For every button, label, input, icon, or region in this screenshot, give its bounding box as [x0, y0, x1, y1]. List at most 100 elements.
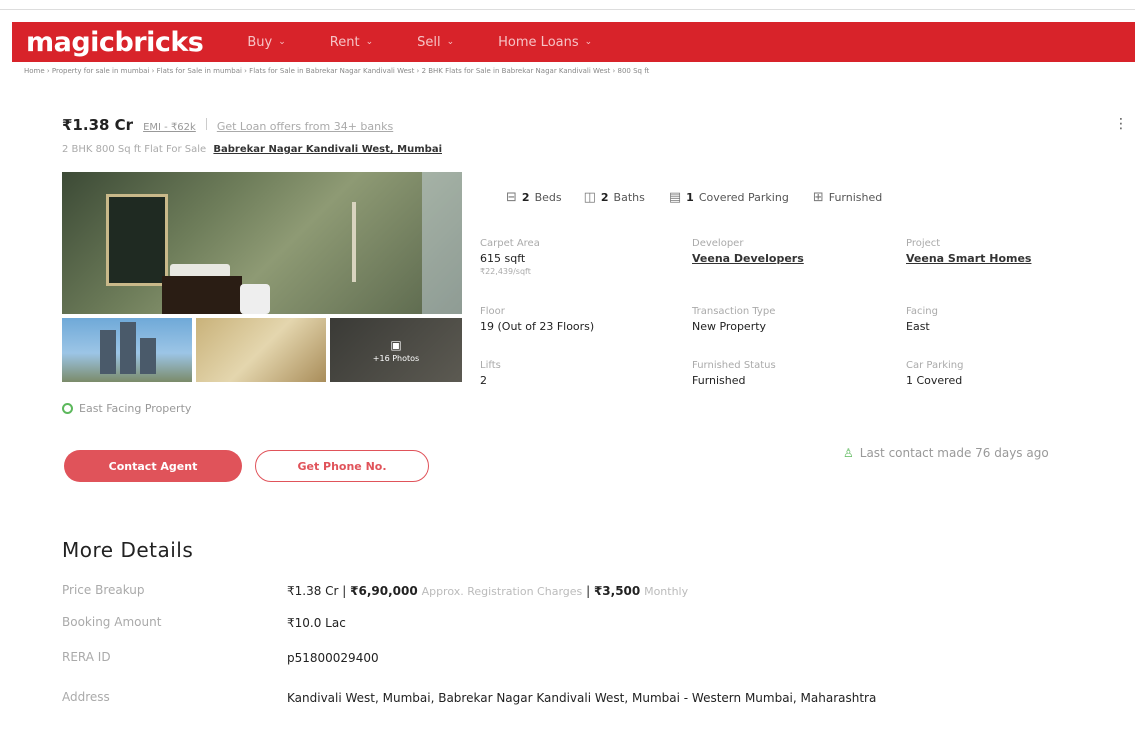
- photo-count: +16 Photos: [372, 353, 420, 363]
- emi-link[interactable]: EMI - ₹62k: [143, 122, 196, 133]
- fact-label: Facing: [906, 306, 938, 317]
- get-phone-button[interactable]: Get Phone No.: [255, 450, 429, 482]
- fact-developer: Developer Veena Developers: [692, 238, 892, 265]
- breakup-monthly: ₹3,500: [593, 584, 641, 598]
- nav-rent-label: Rent: [329, 34, 360, 50]
- facing-tag: East Facing Property: [62, 402, 191, 415]
- fact-value: 615 sqft: [480, 252, 526, 265]
- thumbnail-building[interactable]: [62, 318, 192, 382]
- detail-label: Booking Amount: [62, 615, 162, 629]
- amenity-beds: ⊟ 2 Beds: [506, 190, 562, 205]
- main-photo[interactable]: [62, 172, 462, 314]
- photo-gallery: ▣ +16 Photos: [62, 172, 462, 382]
- fact-carpet-area: Carpet Area 615 sqft ₹22,439/sqft: [480, 238, 680, 276]
- more-details-title: More Details: [62, 538, 194, 562]
- nav-rent[interactable]: Rent ⌄: [330, 35, 373, 50]
- nav-sell[interactable]: Sell ⌄: [417, 35, 454, 50]
- chevron-down-icon: ⌄: [278, 37, 286, 47]
- chevron-down-icon: ⌄: [365, 37, 374, 47]
- shower-pipe: [352, 202, 356, 282]
- nav-buy-label: Buy: [247, 34, 273, 50]
- bathroom-mirror: [106, 194, 168, 286]
- fact-furnished-status: Furnished Status Furnished: [692, 360, 892, 387]
- fact-label: Project: [906, 238, 941, 249]
- detail-label: Price Breakup: [62, 583, 145, 597]
- person-icon: ♙: [843, 446, 854, 460]
- amenity-baths: ◫ 2 Baths: [584, 190, 645, 205]
- tower-shape: [140, 338, 156, 374]
- top-navbar: magicbricks Buy ⌄ Rent ⌄ Sell ⌄ Home Loans ⌄: [12, 22, 1135, 62]
- tower-shape: [100, 330, 116, 374]
- amenity-parking: ▤ 1 Covered Parking: [669, 190, 789, 205]
- breakup-price: ₹1.38 Cr: [287, 584, 339, 598]
- beds-count: 2: [521, 191, 530, 204]
- listing-price: ₹1.38 Cr: [62, 116, 134, 134]
- fact-car-parking: Car Parking 1 Covered: [906, 360, 1106, 387]
- parking-icon: ▤: [668, 190, 682, 205]
- site-logo[interactable]: magicbricks: [26, 27, 204, 58]
- fact-label: Carpet Area: [480, 238, 540, 249]
- baths-label: Baths: [613, 191, 645, 204]
- furnished-icon: ⊞: [812, 190, 824, 205]
- listing-subtitle: 2 BHK 800 Sq ft Flat For Sale Babrekar N…: [62, 144, 442, 155]
- breakup-registration: ₹6,90,000: [350, 584, 418, 598]
- fact-project: Project Veena Smart Homes: [906, 238, 1106, 265]
- price-row: ₹1.38 Cr EMI - ₹62k Get Loan offers from…: [62, 116, 393, 134]
- parking-count: 1: [686, 191, 694, 204]
- beds-label: Beds: [534, 191, 562, 204]
- contact-agent-button[interactable]: Contact Agent: [64, 450, 242, 482]
- nav-home-loans-label: Home Loans: [498, 34, 579, 50]
- bathroom-vanity: [162, 276, 242, 314]
- fact-floor: Floor 19 (Out of 23 Floors): [480, 306, 680, 333]
- fact-lifts: Lifts 2: [480, 360, 680, 387]
- thumbnail-bathroom[interactable]: [196, 318, 326, 382]
- bath-icon: ◫: [583, 190, 596, 205]
- location-link[interactable]: Babrekar Nagar Kandivali West, Mumbai: [213, 144, 442, 155]
- detail-label: RERA ID: [62, 650, 111, 664]
- detail-label: Address: [62, 690, 110, 704]
- fact-facing: Facing East: [906, 306, 1106, 333]
- last-contact-info: ♙ Last contact made 76 days ago: [843, 446, 1049, 460]
- glass-panel: [422, 172, 462, 314]
- amenity-furnished: ⊞ Furnished: [813, 190, 882, 205]
- baths-count: 2: [600, 191, 609, 204]
- fact-label: Car Parking: [906, 360, 964, 371]
- parking-label: Covered Parking: [698, 191, 789, 204]
- breakup-registration-note: Approx. Registration Charges: [421, 585, 583, 598]
- furnished-label: Furnished: [828, 191, 883, 204]
- more-options-icon[interactable]: ⋮: [1114, 116, 1128, 132]
- thumbnail-more-photos[interactable]: ▣ +16 Photos: [330, 318, 462, 382]
- fact-value: East: [906, 320, 930, 333]
- bed-icon: ⊟: [506, 190, 517, 205]
- fact-label: Transaction Type: [692, 306, 776, 317]
- bathroom-toilet: [240, 284, 270, 314]
- facing-tag-label: East Facing Property: [79, 402, 192, 415]
- fact-value: 19 (Out of 23 Floors): [480, 320, 595, 333]
- breakup-monthly-note: Monthly: [644, 585, 689, 598]
- chevron-down-icon: ⌄: [584, 37, 593, 47]
- project-link[interactable]: Veena Smart Homes: [906, 252, 1106, 265]
- camera-icon: ▣: [390, 337, 402, 352]
- loan-offers-link[interactable]: Get Loan offers from 34+ banks: [217, 120, 393, 133]
- nav-buy[interactable]: Buy ⌄: [247, 35, 285, 50]
- fact-value: 1 Covered: [906, 374, 963, 387]
- tower-shape: [120, 322, 136, 374]
- detail-value: p51800029400: [287, 651, 379, 665]
- detail-value: Kandivali West, Mumbai, Babrekar Nagar K…: [287, 691, 877, 705]
- fact-label: Furnished Status: [692, 360, 776, 371]
- developer-link[interactable]: Veena Developers: [692, 252, 892, 265]
- chevron-down-icon: ⌄: [446, 37, 455, 47]
- divider: [205, 118, 207, 130]
- amenities-row: ⊟ 2 Beds ◫ 2 Baths ▤ 1 Covered Parking ⊞…: [506, 190, 882, 205]
- fact-value: 2: [480, 374, 487, 387]
- fact-sub: ₹22,439/sqft: [480, 267, 531, 276]
- breadcrumb[interactable]: Home › Property for sale in mumbai › Fla…: [24, 67, 1124, 75]
- detail-value: ₹10.0 Lac: [287, 616, 346, 630]
- detail-value: ₹1.38 Cr | ₹6,90,000 Approx. Registratio…: [287, 584, 689, 598]
- nav-home-loans[interactable]: Home Loans ⌄: [498, 35, 592, 50]
- fact-transaction-type: Transaction Type New Property: [692, 306, 892, 333]
- fact-value: New Property: [692, 320, 767, 333]
- fact-value: Furnished: [692, 374, 746, 387]
- window-top-strip: [0, 0, 1135, 10]
- fact-label: Lifts: [480, 360, 501, 371]
